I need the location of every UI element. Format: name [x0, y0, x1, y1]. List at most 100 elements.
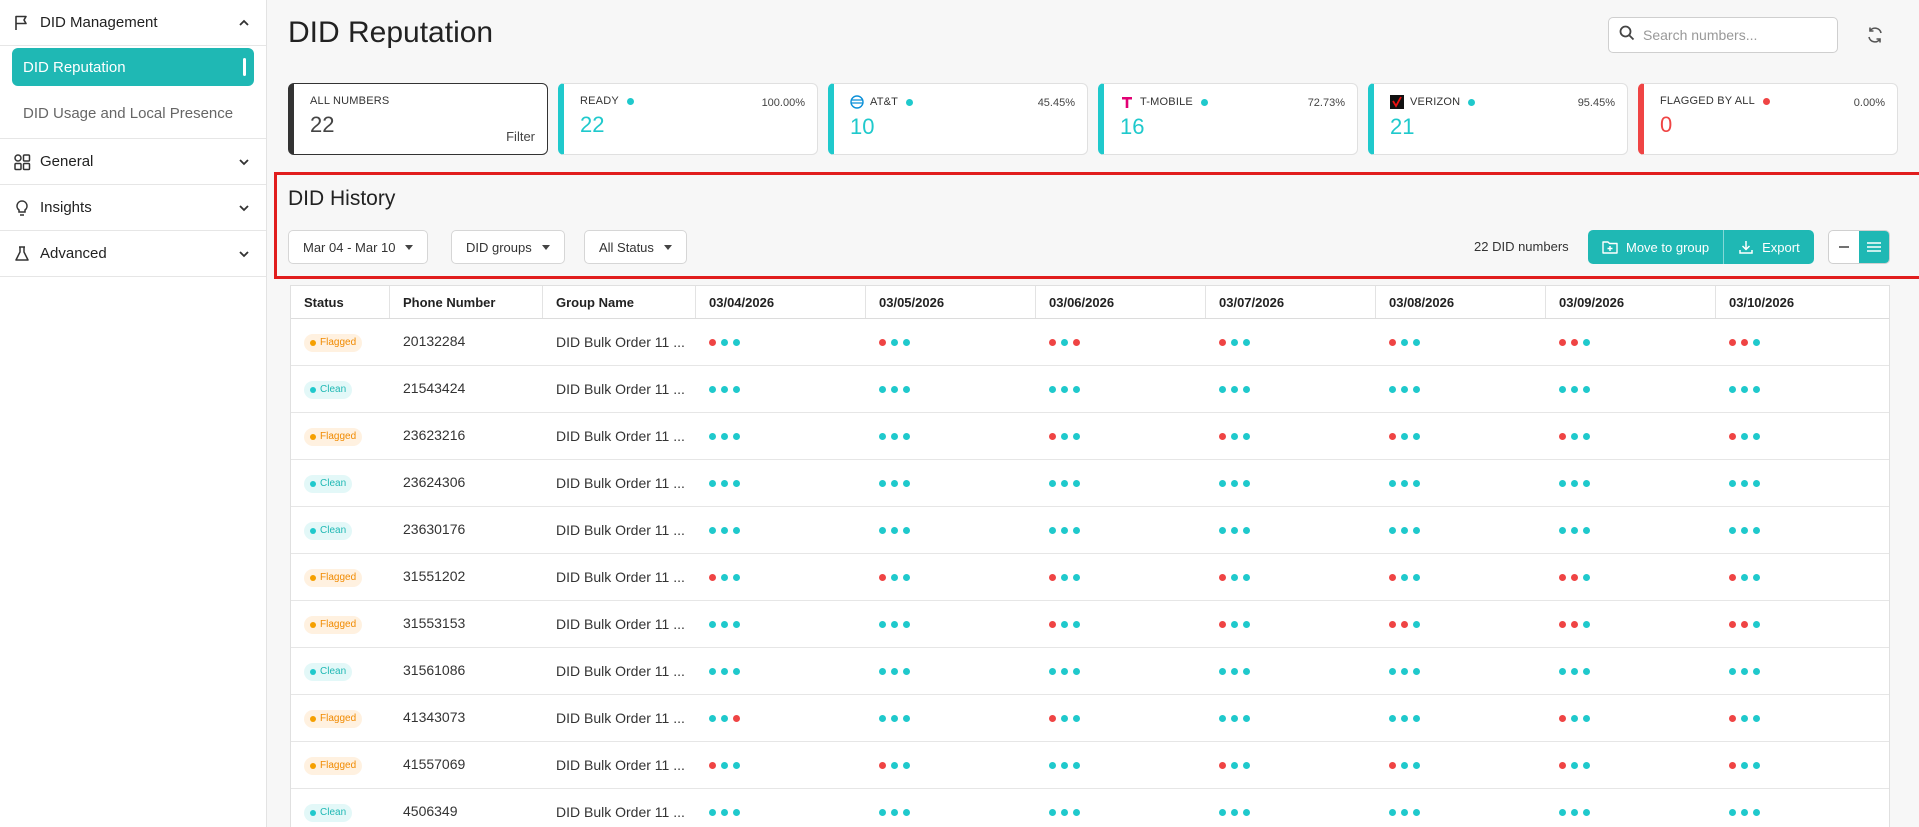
phone-number[interactable]: 31551202	[403, 568, 469, 584]
carrier-status-dots[interactable]	[709, 338, 866, 346]
table-row[interactable]: Clean 4506349 DID Bulk Order 11 ...	[291, 789, 1889, 827]
carrier-status-dots[interactable]	[1219, 667, 1376, 675]
header-date[interactable]: 03/09/2026	[1546, 286, 1716, 318]
carrier-status-dots[interactable]	[1559, 761, 1716, 769]
carrier-status-dots[interactable]	[1559, 620, 1716, 628]
sidebar-item-did-reputation[interactable]: DID Reputation	[12, 48, 254, 86]
table-row[interactable]: Flagged 41557069 DID Bulk Order 11 ...	[291, 742, 1889, 789]
carrier-status-dots[interactable]	[1729, 808, 1889, 816]
header-group[interactable]: Group Name	[543, 286, 696, 318]
carrier-status-dots[interactable]	[709, 714, 866, 722]
carrier-status-dots[interactable]	[879, 432, 1036, 440]
carrier-status-dots[interactable]	[1219, 338, 1376, 346]
carrier-status-dots[interactable]	[1389, 620, 1546, 628]
carrier-status-dots[interactable]	[1219, 714, 1376, 722]
sidebar-item-did-usage[interactable]: DID Usage and Local Presence	[12, 94, 254, 132]
refresh-icon[interactable]	[1864, 24, 1886, 46]
header-status[interactable]: Status	[291, 286, 390, 318]
card-verizon[interactable]: VERIZON 95.45% 21	[1368, 83, 1628, 155]
carrier-status-dots[interactable]	[1559, 667, 1716, 675]
carrier-status-dots[interactable]	[1389, 808, 1546, 816]
table-row[interactable]: Flagged 31551202 DID Bulk Order 11 ...	[291, 554, 1889, 601]
table-row[interactable]: Flagged 20132284 DID Bulk Order 11 ...	[291, 319, 1889, 366]
carrier-status-dots[interactable]	[1729, 479, 1889, 487]
header-date[interactable]: 03/06/2026	[1036, 286, 1206, 318]
carrier-status-dots[interactable]	[1559, 385, 1716, 393]
carrier-status-dots[interactable]	[1559, 808, 1716, 816]
move-to-group-button[interactable]: Move to group	[1588, 230, 1724, 264]
carrier-status-dots[interactable]	[1389, 714, 1546, 722]
carrier-status-dots[interactable]	[1389, 526, 1546, 534]
carrier-status-dots[interactable]	[879, 526, 1036, 534]
nav-did-management[interactable]: DID Management	[0, 0, 266, 46]
status-dropdown[interactable]: All Status	[584, 230, 687, 264]
nav-insights[interactable]: Insights	[0, 185, 266, 231]
carrier-status-dots[interactable]	[1729, 761, 1889, 769]
phone-number[interactable]: 31561086	[403, 662, 469, 678]
card-tmobile[interactable]: T-MOBILE 72.73% 16	[1098, 83, 1358, 155]
carrier-status-dots[interactable]	[879, 714, 1036, 722]
carrier-status-dots[interactable]	[1729, 385, 1889, 393]
carrier-status-dots[interactable]	[879, 761, 1036, 769]
nav-advanced[interactable]: Advanced	[0, 231, 266, 277]
carrier-status-dots[interactable]	[879, 808, 1036, 816]
carrier-status-dots[interactable]	[709, 808, 866, 816]
carrier-status-dots[interactable]	[1559, 338, 1716, 346]
list-view-toggle[interactable]	[1859, 231, 1889, 263]
carrier-status-dots[interactable]	[1219, 526, 1376, 534]
carrier-status-dots[interactable]	[1219, 573, 1376, 581]
header-phone[interactable]: Phone Number	[390, 286, 543, 318]
header-date[interactable]: 03/08/2026	[1376, 286, 1546, 318]
carrier-status-dots[interactable]	[709, 573, 866, 581]
carrier-status-dots[interactable]	[1559, 432, 1716, 440]
carrier-status-dots[interactable]	[1389, 667, 1546, 675]
date-range-dropdown[interactable]: Mar 04 - Mar 10	[288, 230, 429, 264]
carrier-status-dots[interactable]	[1729, 573, 1889, 581]
carrier-status-dots[interactable]	[1049, 761, 1206, 769]
carrier-status-dots[interactable]	[1559, 573, 1716, 581]
phone-number[interactable]: 31553153	[403, 615, 469, 631]
carrier-status-dots[interactable]	[1729, 338, 1889, 346]
carrier-status-dots[interactable]	[1729, 714, 1889, 722]
carrier-status-dots[interactable]	[1219, 761, 1376, 769]
carrier-status-dots[interactable]	[1389, 338, 1546, 346]
carrier-status-dots[interactable]	[1389, 385, 1546, 393]
carrier-status-dots[interactable]	[1049, 526, 1206, 534]
carrier-status-dots[interactable]	[1219, 620, 1376, 628]
carrier-status-dots[interactable]	[879, 667, 1036, 675]
card-all-numbers[interactable]: ALL NUMBERS 22 Filter	[288, 83, 548, 155]
carrier-status-dots[interactable]	[709, 526, 866, 534]
carrier-status-dots[interactable]	[709, 479, 866, 487]
card-att[interactable]: AT&T 45.45% 10	[828, 83, 1088, 155]
carrier-status-dots[interactable]	[1389, 479, 1546, 487]
phone-number[interactable]: 23624306	[403, 474, 469, 490]
carrier-status-dots[interactable]	[1049, 714, 1206, 722]
carrier-status-dots[interactable]	[709, 667, 866, 675]
carrier-status-dots[interactable]	[879, 338, 1036, 346]
search-input[interactable]	[1643, 27, 1813, 43]
compact-view-toggle[interactable]	[1829, 231, 1859, 263]
carrier-status-dots[interactable]	[709, 385, 866, 393]
did-groups-dropdown[interactable]: DID groups	[451, 230, 565, 264]
card-flagged-by-all[interactable]: FLAGGED BY ALL 0.00% 0	[1638, 83, 1898, 155]
card-ready[interactable]: READY 100.00% 22	[558, 83, 818, 155]
carrier-status-dots[interactable]	[1219, 479, 1376, 487]
table-row[interactable]: Clean 23624306 DID Bulk Order 11 ...	[291, 460, 1889, 507]
export-button[interactable]: Export	[1723, 230, 1814, 264]
table-row[interactable]: Flagged 23623216 DID Bulk Order 11 ...	[291, 413, 1889, 460]
carrier-status-dots[interactable]	[1049, 479, 1206, 487]
carrier-status-dots[interactable]	[709, 761, 866, 769]
header-date[interactable]: 03/05/2026	[866, 286, 1036, 318]
carrier-status-dots[interactable]	[1219, 385, 1376, 393]
phone-number[interactable]: 41343073	[403, 709, 469, 725]
phone-number[interactable]: 41557069	[403, 756, 469, 772]
carrier-status-dots[interactable]	[879, 385, 1036, 393]
phone-number[interactable]: 21543424	[403, 380, 469, 396]
carrier-status-dots[interactable]	[1559, 526, 1716, 534]
carrier-status-dots[interactable]	[1559, 714, 1716, 722]
carrier-status-dots[interactable]	[1049, 573, 1206, 581]
carrier-status-dots[interactable]	[1049, 620, 1206, 628]
carrier-status-dots[interactable]	[1389, 573, 1546, 581]
phone-number[interactable]: 4506349	[403, 803, 469, 819]
phone-number[interactable]: 23623216	[403, 427, 469, 443]
